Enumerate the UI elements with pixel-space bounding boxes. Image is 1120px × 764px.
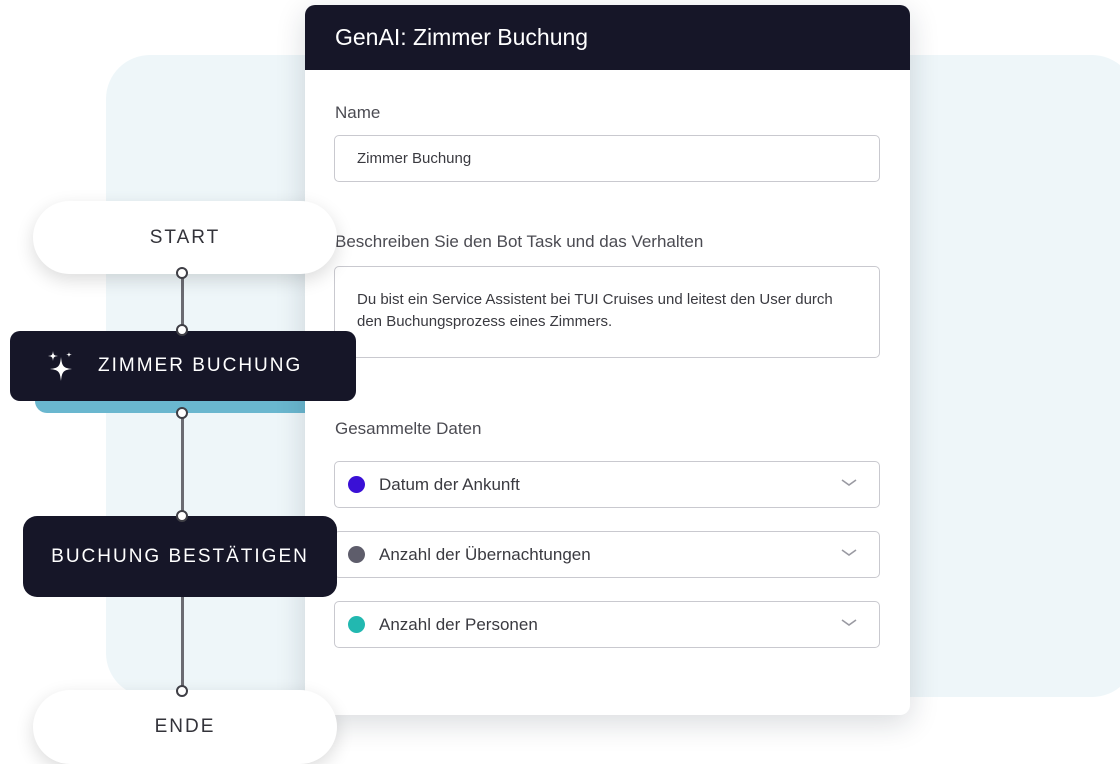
collected-data-label: Gesammelte Daten	[335, 419, 482, 438]
connector-dot[interactable]	[176, 685, 188, 697]
flow-node-buchung-bestaetigen[interactable]: BUCHUNG BESTÄTIGEN	[23, 516, 337, 597]
collected-select-persons[interactable]: Anzahl der Personen	[334, 601, 880, 648]
collected-select-nights[interactable]: Anzahl der Übernachtungen	[334, 531, 880, 578]
flow-connector	[181, 414, 184, 519]
connector-dot[interactable]	[176, 510, 188, 522]
start-label: START	[149, 226, 221, 248]
status-dot	[348, 546, 365, 563]
collected-select-arrival-date[interactable]: Datum der Ankunft	[334, 461, 880, 508]
step-label: ZIMMER BUCHUNG	[98, 355, 303, 376]
confirm-label: BUCHUNG BESTÄTIGEN	[51, 545, 309, 567]
flow-connector	[181, 597, 184, 692]
status-dot	[348, 476, 365, 493]
flow-node-end[interactable]: ENDE	[33, 690, 337, 764]
sparkle-icon	[48, 351, 72, 381]
connector-dot[interactable]	[176, 324, 188, 336]
end-label: ENDE	[154, 716, 216, 737]
task-editor-card: GenAI: Zimmer Buchung Name Zimmer Buchun…	[305, 5, 910, 715]
flow-node-zimmer-buchung[interactable]: ZIMMER BUCHUNG	[10, 331, 356, 401]
name-input-value: Zimmer Buchung	[357, 150, 472, 167]
connector-dot[interactable]	[176, 407, 188, 419]
select-label: Datum der Ankunft	[379, 474, 520, 494]
select-label: Anzahl der Personen	[379, 614, 538, 634]
chevron-down-icon	[841, 479, 857, 486]
description-textarea[interactable]: Du bist ein Service Assistent bei TUI Cr…	[334, 266, 880, 358]
connector-dot[interactable]	[176, 267, 188, 279]
chevron-down-icon	[841, 619, 857, 626]
description-label: Beschreiben Sie den Bot Task und das Ver…	[335, 232, 704, 251]
flow-node-start[interactable]: START	[33, 201, 337, 274]
name-label: Name	[335, 103, 381, 122]
card-header: GenAI: Zimmer Buchung	[305, 5, 910, 70]
name-input[interactable]: Zimmer Buchung	[334, 135, 880, 182]
select-label: Anzahl der Übernachtungen	[379, 544, 591, 564]
chevron-down-icon	[841, 549, 857, 556]
card-title: GenAI: Zimmer Buchung	[335, 24, 589, 50]
status-dot	[348, 616, 365, 633]
description-value: Du bist ein Service Assistent bei TUI Cr…	[357, 291, 833, 330]
